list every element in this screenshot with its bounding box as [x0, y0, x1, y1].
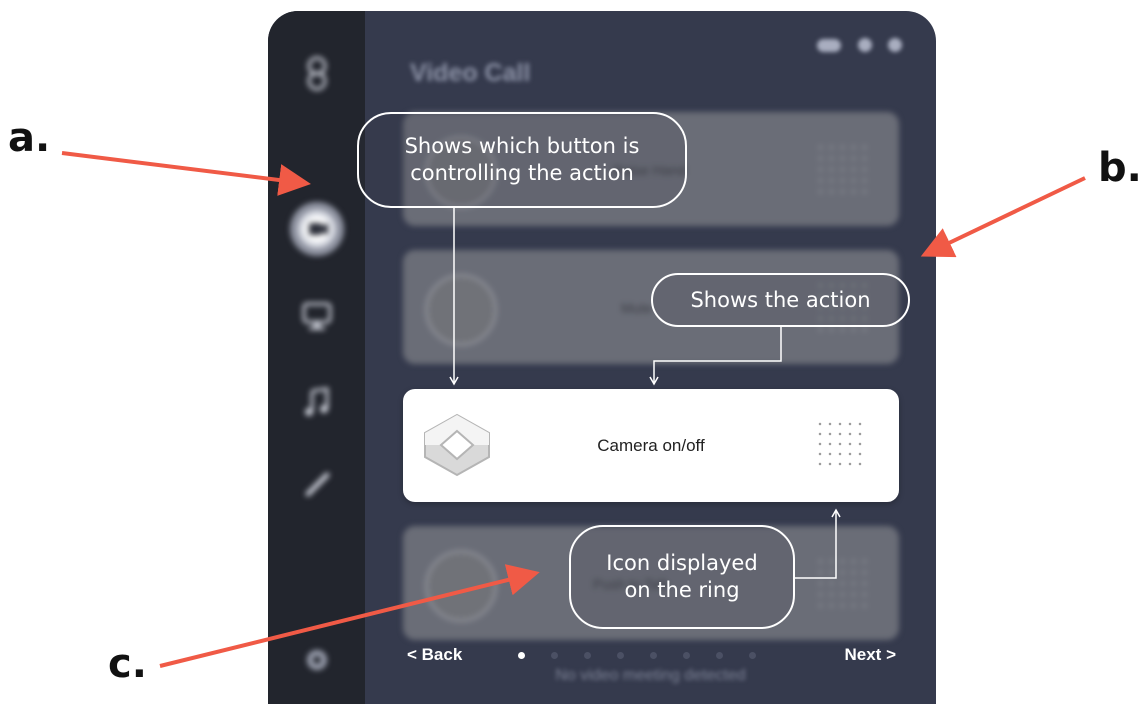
callout-button-source: Shows which button is controlling the ac…: [357, 112, 687, 208]
callout-text: Icon displayed on the ring: [606, 551, 758, 602]
connector-icon: [795, 508, 841, 579]
callout-text: Shows the action: [690, 287, 871, 312]
callout-text: Shows which button is controlling the ac…: [404, 134, 640, 185]
callout-action: Shows the action: [651, 273, 910, 327]
arrow-b: [920, 176, 1086, 258]
arrow-a: [61, 151, 311, 196]
arrow-c: [159, 564, 540, 668]
connector-action: [649, 327, 782, 386]
callout-ring-icon: Icon displayed on the ring: [569, 525, 795, 629]
